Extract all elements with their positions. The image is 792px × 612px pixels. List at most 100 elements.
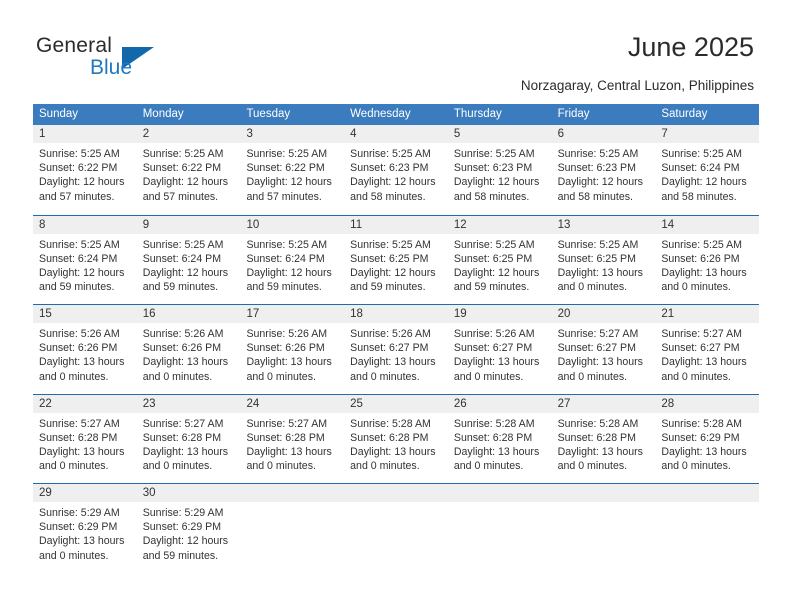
- day-detail-line: Daylight: 12 hours: [453, 266, 540, 279]
- day-number: 25: [350, 397, 363, 410]
- day-detail-lines: Sunrise: 5:28 AM Sunset: 6:28 PM Daylight:…: [344, 413, 448, 474]
- calendar-day-cell[interactable]: 5 Sunrise: 5:25 AM Sunset: 6:23 PM Daylight…: [447, 125, 552, 215]
- day-detail-line: Sunset: 6:28 PM: [246, 431, 325, 444]
- calendar-day-cell-empty: [240, 484, 345, 573]
- day-detail-line: Daylight: 12 hours: [246, 266, 332, 279]
- calendar-day-cell[interactable]: 13 Sunrise: 5:25 AM Sunset: 6:25 PM Dayligh…: [551, 215, 656, 304]
- calendar-day-cell[interactable]: 14 Sunrise: 5:25 AM Sunset: 6:26 PM Dayligh…: [655, 215, 760, 304]
- day-detail-line: Daylight: 13 hours: [246, 445, 332, 458]
- calendar-day-cell[interactable]: 3 Sunrise: 5:25 AM Sunset: 6:22 PM Daylight…: [240, 125, 345, 215]
- day-detail-line: Sunrise: 5:27 AM: [557, 328, 639, 340]
- day-number-band: 24: [240, 394, 345, 413]
- day-detail-line: Sunset: 6:27 PM: [453, 342, 533, 355]
- day-number-band: 19: [447, 305, 552, 323]
- calendar-day-cell[interactable]: 22 Sunrise: 5:27 AM Sunset: 6:28 PM Dayligh…: [33, 394, 137, 483]
- day-number-band: 14: [655, 215, 760, 234]
- calendar-day-cell[interactable]: 18 Sunrise: 5:26 AM Sunset: 6:27 PM Dayligh…: [344, 305, 448, 394]
- calendar-day-cell[interactable]: 28 Sunrise: 5:28 AM Sunset: 6:29 PM Dayligh…: [655, 394, 760, 483]
- day-detail-line: Sunset: 6:28 PM: [453, 431, 533, 444]
- calendar-day-cell[interactable]: 11 Sunrise: 5:25 AM Sunset: 6:25 PM Dayligh…: [344, 215, 448, 304]
- day-detail-lines: Sunrise: 5:27 AM Sunset: 6:28 PM Daylight:…: [137, 413, 241, 474]
- calendar-day-cell[interactable]: 7 Sunrise: 5:25 AM Sunset: 6:24 PM Daylight…: [655, 125, 760, 215]
- weekday-header-tuesday: Tuesday: [246, 108, 291, 120]
- day-number-band: 5: [447, 125, 552, 143]
- calendar-grid: Sunday Monday Tuesday Wednesday Thursday Frid…: [33, 104, 760, 573]
- calendar-day-cell[interactable]: 4 Sunrise: 5:25 AM Sunset: 6:23 PM Daylight…: [344, 125, 448, 215]
- day-detail-line: and 59 minutes.: [453, 281, 530, 294]
- day-detail-lines: Sunrise: 5:25 AM Sunset: 6:25 PM Daylight:…: [552, 234, 656, 295]
- day-number-band: 28: [655, 394, 760, 413]
- day-number-band: [655, 484, 760, 502]
- calendar-day-cell[interactable]: 17 Sunrise: 5:26 AM Sunset: 6:26 PM Dayligh…: [240, 305, 345, 394]
- day-detail-lines: Sunrise: 5:28 AM Sunset: 6:28 PM Daylight:…: [448, 413, 552, 474]
- day-detail-lines: Sunrise: 5:26 AM Sunset: 6:26 PM Daylight:…: [33, 323, 137, 384]
- day-detail-line: Sunset: 6:25 PM: [350, 252, 429, 265]
- day-detail-line: Sunset: 6:29 PM: [39, 521, 118, 534]
- day-detail-line: Sunrise: 5:25 AM: [661, 148, 742, 160]
- day-detail-line: Sunrise: 5:25 AM: [142, 238, 224, 251]
- day-detail-line: Sunrise: 5:25 AM: [350, 148, 431, 160]
- calendar-weeks: 1 Sunrise: 5:25 AM Sunset: 6:22 PM Daylight…: [33, 125, 760, 573]
- day-detail-line: Sunset: 6:24 PM: [39, 252, 118, 265]
- day-detail-line: Sunset: 6:26 PM: [246, 342, 325, 355]
- calendar-day-cell[interactable]: 1 Sunrise: 5:25 AM Sunset: 6:22 PM Daylight…: [33, 125, 137, 215]
- calendar-day-cell[interactable]: 26 Sunrise: 5:28 AM Sunset: 6:28 PM Dayligh…: [447, 394, 552, 483]
- weekday-header-row: Sunday Monday Tuesday Wednesday Thursday Frid…: [33, 104, 759, 125]
- day-number: 11: [350, 218, 363, 231]
- calendar-day-cell[interactable]: 10 Sunrise: 5:25 AM Sunset: 6:24 PM Dayligh…: [240, 215, 345, 304]
- day-detail-line: Sunrise: 5:28 AM: [350, 417, 431, 430]
- day-detail-lines: [552, 502, 656, 506]
- day-detail-line: Daylight: 12 hours: [142, 535, 229, 548]
- day-detail-lines: Sunrise: 5:26 AM Sunset: 6:26 PM Daylight:…: [240, 323, 344, 384]
- calendar-week-row: 1 Sunrise: 5:25 AM Sunset: 6:22 PM Daylight…: [33, 125, 760, 215]
- calendar-day-cell[interactable]: 12 Sunrise: 5:25 AM Sunset: 6:25 PM Dayligh…: [447, 215, 552, 304]
- calendar-day-cell[interactable]: 29 Sunrise: 5:29 AM Sunset: 6:29 PM Dayligh…: [33, 484, 137, 573]
- calendar-day-cell[interactable]: 9 Sunrise: 5:25 AM Sunset: 6:24 PM Daylight…: [136, 215, 241, 304]
- calendar-week-row: 29 Sunrise: 5:29 AM Sunset: 6:29 PM Dayligh…: [33, 483, 760, 573]
- calendar-day-cell[interactable]: 21 Sunrise: 5:27 AM Sunset: 6:27 PM Dayligh…: [655, 305, 760, 394]
- day-detail-line: Sunrise: 5:25 AM: [350, 238, 431, 251]
- day-number: 15: [39, 308, 52, 320]
- day-detail-line: Daylight: 12 hours: [350, 176, 436, 189]
- day-detail-lines: Sunrise: 5:26 AM Sunset: 6:26 PM Daylight:…: [137, 323, 241, 384]
- day-detail-line: Daylight: 13 hours: [557, 356, 643, 369]
- day-detail-line: and 58 minutes.: [453, 190, 530, 203]
- day-detail-line: Sunrise: 5:26 AM: [246, 328, 328, 340]
- day-detail-line: Sunrise: 5:25 AM: [453, 238, 535, 251]
- day-detail-line: Sunset: 6:24 PM: [246, 252, 325, 265]
- brand-logo[interactable]: General Blue: [36, 34, 166, 84]
- calendar-day-cell[interactable]: 19 Sunrise: 5:26 AM Sunset: 6:27 PM Dayligh…: [447, 305, 552, 394]
- day-number-band: 15: [33, 305, 137, 323]
- calendar-day-cell[interactable]: 16 Sunrise: 5:26 AM Sunset: 6:26 PM Dayligh…: [136, 305, 241, 394]
- day-detail-line: Sunrise: 5:26 AM: [142, 328, 224, 340]
- day-detail-line: Sunrise: 5:28 AM: [661, 417, 742, 430]
- calendar-day-cell-empty: [344, 484, 448, 573]
- calendar-day-cell[interactable]: 25 Sunrise: 5:28 AM Sunset: 6:28 PM Dayligh…: [344, 394, 448, 483]
- calendar-day-cell[interactable]: 27 Sunrise: 5:28 AM Sunset: 6:28 PM Dayligh…: [551, 394, 656, 483]
- weekday-header-friday: Friday: [557, 108, 590, 120]
- calendar-day-cell[interactable]: 20 Sunrise: 5:27 AM Sunset: 6:27 PM Dayligh…: [551, 305, 656, 394]
- day-detail-lines: Sunrise: 5:25 AM Sunset: 6:23 PM Daylight:…: [344, 143, 448, 204]
- day-detail-line: Sunrise: 5:25 AM: [246, 238, 328, 251]
- calendar-day-cell[interactable]: 24 Sunrise: 5:27 AM Sunset: 6:28 PM Dayligh…: [240, 394, 345, 483]
- calendar-day-cell[interactable]: 6 Sunrise: 5:25 AM Sunset: 6:23 PM Daylight…: [551, 125, 656, 215]
- day-number: 21: [661, 308, 675, 320]
- calendar-day-cell[interactable]: 30 Sunrise: 5:29 AM Sunset: 6:29 PM Dayligh…: [136, 484, 241, 573]
- calendar-day-cell[interactable]: 23 Sunrise: 5:27 AM Sunset: 6:28 PM Dayligh…: [136, 394, 241, 483]
- day-detail-line: Sunrise: 5:25 AM: [246, 148, 328, 160]
- day-detail-line: Sunset: 6:23 PM: [453, 162, 533, 175]
- calendar-week-row: 15 Sunrise: 5:26 AM Sunset: 6:26 PM Dayligh…: [33, 304, 760, 394]
- day-number-band: 10: [240, 215, 345, 234]
- day-detail-line: Sunset: 6:27 PM: [350, 342, 429, 355]
- day-detail-line: Daylight: 13 hours: [39, 445, 125, 458]
- day-detail-line: Sunset: 6:26 PM: [661, 252, 740, 265]
- calendar-day-cell[interactable]: 8 Sunrise: 5:25 AM Sunset: 6:24 PM Daylight…: [33, 215, 137, 304]
- day-detail-line: and 0 minutes.: [246, 370, 316, 383]
- calendar-day-cell[interactable]: 15 Sunrise: 5:26 AM Sunset: 6:26 PM Dayligh…: [33, 305, 137, 394]
- day-detail-line: Daylight: 12 hours: [453, 176, 540, 189]
- day-detail-line: Daylight: 12 hours: [142, 266, 229, 279]
- calendar-week-row: 22 Sunrise: 5:27 AM Sunset: 6:28 PM Dayligh…: [33, 393, 760, 483]
- day-detail-line: and 0 minutes.: [39, 549, 109, 562]
- day-number-band: 12: [447, 215, 552, 234]
- calendar-day-cell[interactable]: 2 Sunrise: 5:25 AM Sunset: 6:22 PM Daylight…: [136, 125, 241, 215]
